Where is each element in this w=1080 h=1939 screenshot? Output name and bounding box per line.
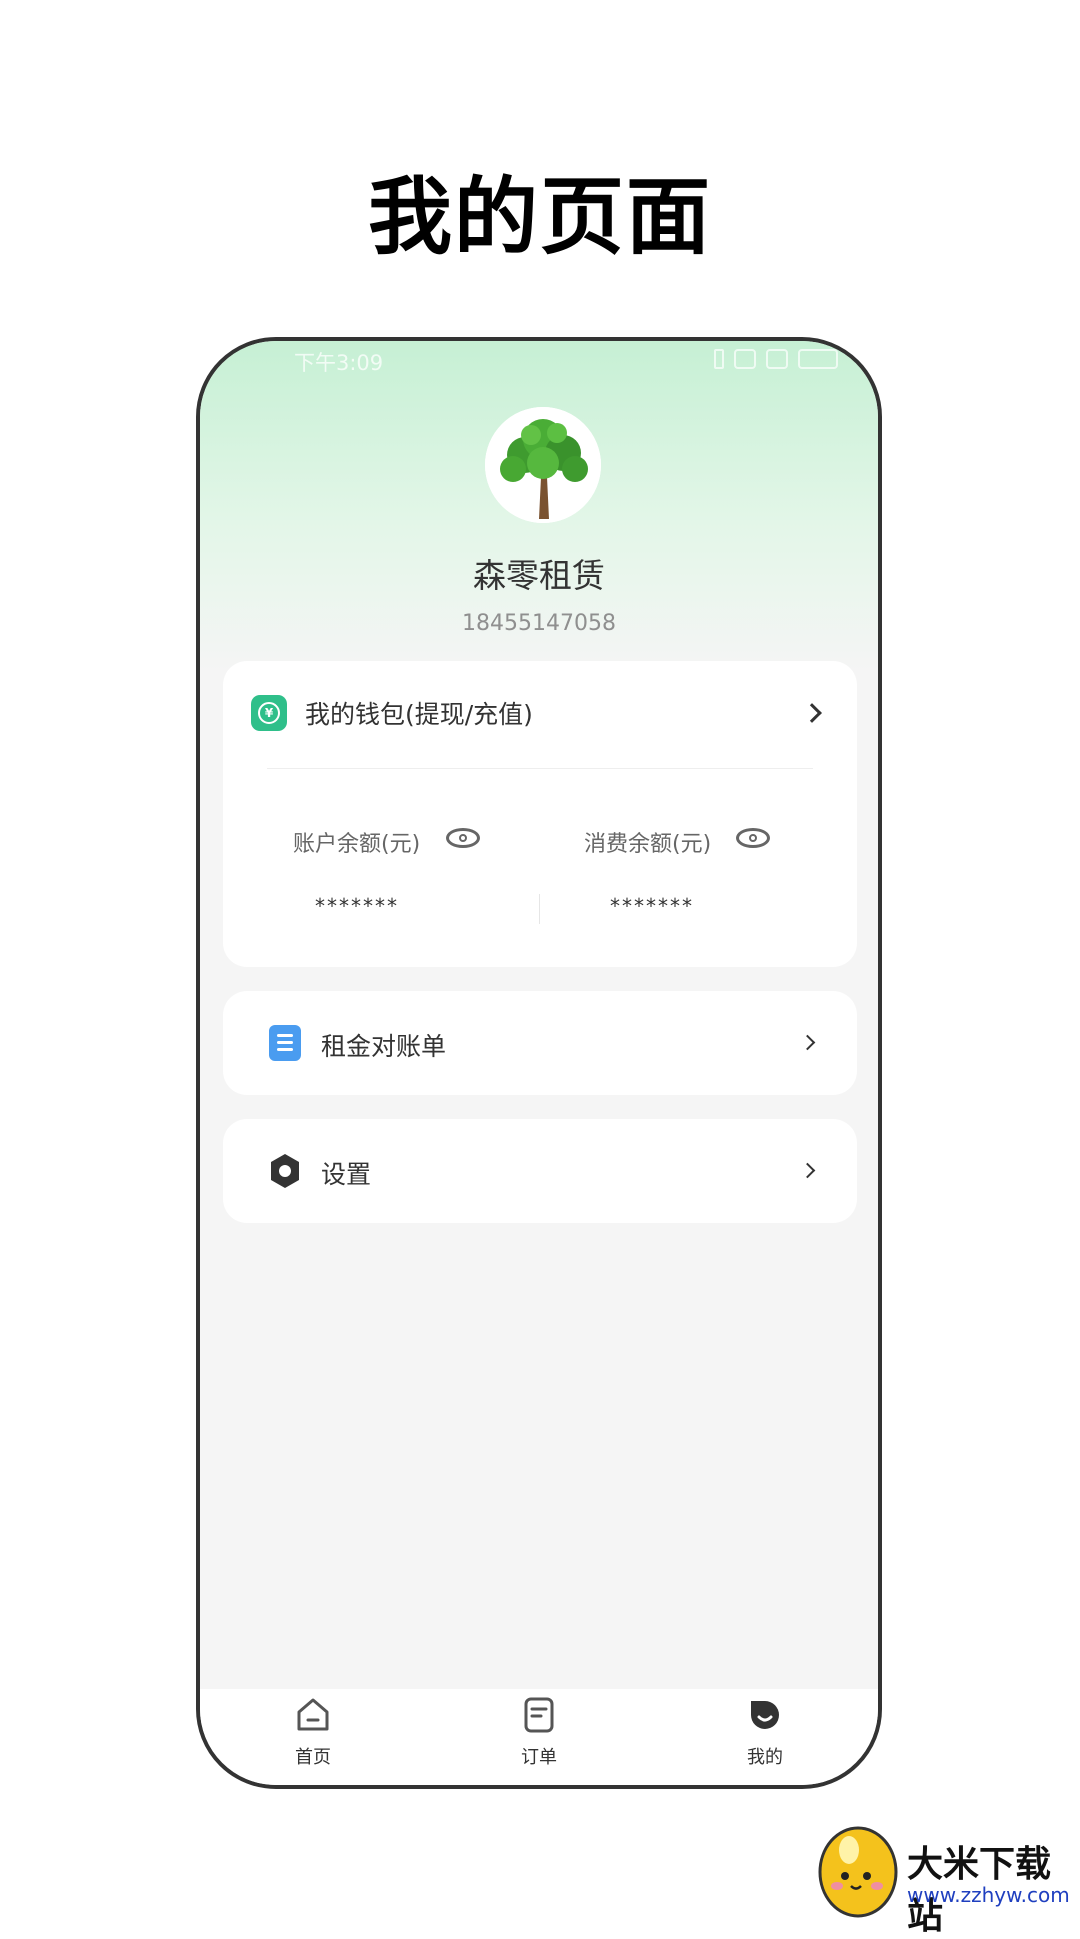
watermark: 大米下载站 www.zzhyw.com (815, 1815, 1080, 1937)
wallet-icon: ¥ (251, 695, 287, 731)
tab-orders-label: 订单 (521, 1747, 557, 1768)
bluetooth-icon (714, 349, 724, 369)
profile-icon (751, 1701, 779, 1729)
document-icon (269, 1025, 301, 1061)
tree-avatar-image (485, 407, 601, 523)
consume-balance: 消费余额(元) ******* (540, 826, 840, 946)
home-icon (297, 1698, 329, 1731)
status-bar: 下午3:09 (200, 341, 878, 381)
rent-statement-row[interactable]: 租金对账单 (223, 991, 857, 1095)
avatar[interactable] (485, 407, 601, 523)
tab-home-label: 首页 (295, 1747, 331, 1768)
eye-icon[interactable] (736, 828, 770, 848)
wifi-icon (766, 349, 788, 369)
settings-icon (271, 1154, 299, 1188)
wallet-row[interactable]: ¥ 我的钱包(提现/充值) (223, 661, 857, 765)
consume-balance-value: ******* (610, 894, 694, 918)
tab-profile-label: 我的 (747, 1747, 783, 1768)
user-phone: 18455147058 (462, 611, 616, 636)
tab-home[interactable]: 首页 (200, 1689, 426, 1785)
watermark-url: www.zzhyw.com (907, 1883, 1070, 1907)
user-name: 森零租赁 (473, 556, 605, 595)
divider (267, 768, 813, 769)
wallet-label: 我的钱包(提现/充值) (305, 700, 533, 729)
chevron-right-icon (802, 703, 822, 723)
chevron-right-icon (799, 1034, 816, 1051)
account-balance-value: ******* (315, 894, 399, 918)
order-icon (524, 1697, 554, 1733)
status-icons (714, 349, 838, 369)
account-balance: 账户余额(元) ******* (223, 826, 523, 946)
chevron-right-icon (799, 1162, 816, 1179)
phone-frame: 下午3:09 森零租赁 18455147058 ¥ 我的钱包(提现/充值) 账户… (196, 337, 882, 1789)
mascot-logo (818, 1826, 898, 1918)
consume-balance-label: 消费余额(元) (584, 832, 712, 857)
tab-profile[interactable]: 我的 (652, 1689, 878, 1785)
rent-statement-label: 租金对账单 (321, 1032, 447, 1061)
page-heading: 我的页面 (367, 168, 712, 266)
wallet-card: ¥ 我的钱包(提现/充值) 账户余额(元) ******* 消费余额(元) **… (223, 661, 857, 967)
settings-label: 设置 (321, 1160, 372, 1189)
tab-orders[interactable]: 订单 (426, 1689, 652, 1785)
account-balance-label: 账户余额(元) (293, 832, 421, 857)
settings-row[interactable]: 设置 (223, 1119, 857, 1223)
sim-icon (734, 349, 756, 369)
battery-icon (798, 349, 838, 369)
bottom-tab-bar: 首页 订单 我的 (200, 1689, 878, 1785)
status-time: 下午3:09 (294, 351, 384, 375)
eye-icon[interactable] (446, 828, 480, 848)
